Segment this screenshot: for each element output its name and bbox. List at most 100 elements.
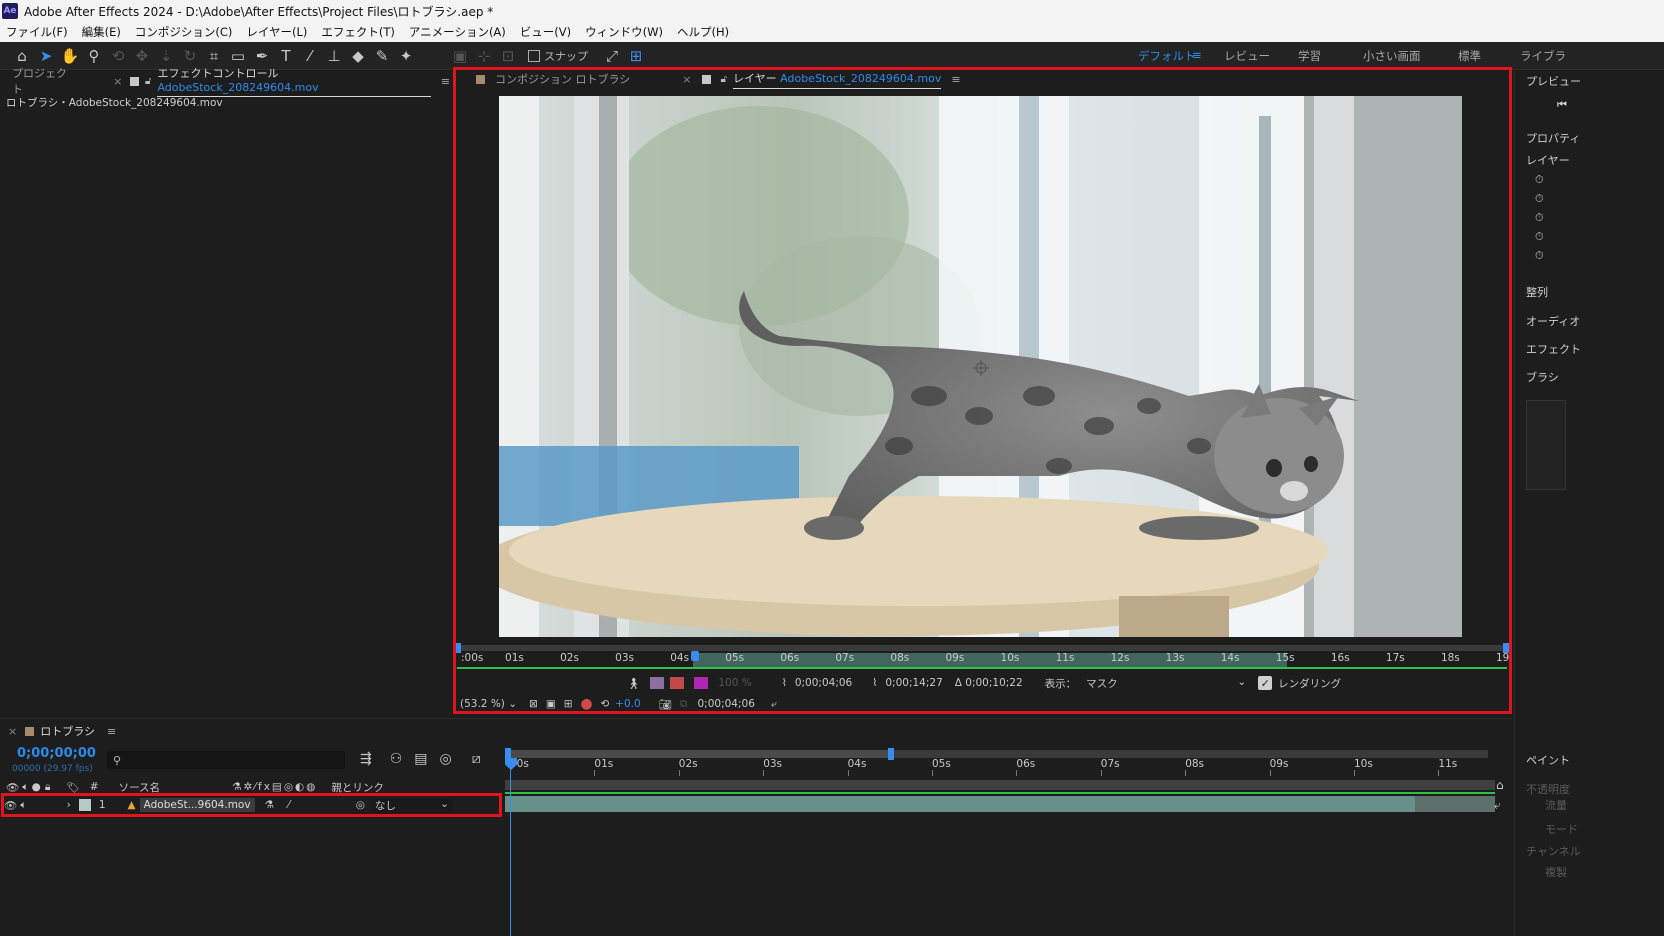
timeline-graph-area[interactable]: 00s 01s 02s 03s 04s 05s 06s 07s 08s 09s 10s 11s xyxy=(505,746,1495,936)
menu-animation[interactable]: アニメーション(A) xyxy=(409,24,506,40)
rectangle-tool-icon[interactable]: ▭ xyxy=(226,45,250,67)
audio-icon: 🔈︎ xyxy=(22,780,29,793)
layer-row-highlight xyxy=(1,793,502,817)
menu-view[interactable]: ビュー(V) xyxy=(520,24,571,40)
stopwatch-icons[interactable]: ⏱︎ ⏱︎ ⏱︎ ⏱︎ ⏱︎ xyxy=(1535,170,1544,265)
workspace-default[interactable]: デフォルト xyxy=(1138,48,1196,64)
snap-grid-icon[interactable]: ⊞ xyxy=(624,45,648,67)
timeline-switches: ⇶ ⚇ ▤ ◎ ⧄ xyxy=(360,751,481,767)
type-tool-icon[interactable]: T xyxy=(274,45,298,67)
snap-checkbox[interactable] xyxy=(528,49,540,62)
timeline-tick-label: 03s xyxy=(763,758,783,770)
panel-color-icon xyxy=(130,76,139,86)
clone-stamp-icon[interactable]: ⊥ xyxy=(322,45,346,67)
snap-toggle[interactable]: スナップ xyxy=(528,48,588,64)
graph-editor-icon[interactable]: ⧄ xyxy=(472,751,481,767)
workspace-menu-icon[interactable]: ≡ xyxy=(1192,48,1202,62)
panel-menu-icon[interactable]: ≡ xyxy=(441,75,450,88)
hand-tool-icon[interactable]: ✋ xyxy=(58,45,82,67)
brush-preset-grid[interactable] xyxy=(1526,400,1566,490)
eraser-tool-icon[interactable]: ◆ xyxy=(346,45,370,67)
timeline-tick-line xyxy=(1438,770,1440,776)
menu-edit[interactable]: 編集(E) xyxy=(82,24,121,40)
menu-window[interactable]: ウィンドウ(W) xyxy=(585,24,663,40)
comp-mini-flowchart-icon[interactable]: ⇶ xyxy=(360,751,372,767)
pan-camera-icon[interactable]: ✥ xyxy=(130,45,154,67)
workspace-small-screen[interactable]: 小さい画面 xyxy=(1363,48,1421,64)
effects-panel-title[interactable]: エフェクト xyxy=(1526,341,1581,357)
preview-panel-title[interactable]: プレビュー xyxy=(1526,73,1581,89)
tab-project[interactable]: プロジェクト xyxy=(12,65,75,97)
roto-brush-icon[interactable]: ✎ xyxy=(370,45,394,67)
layer-properties-label: レイヤー xyxy=(1526,154,1570,167)
align-panel-title[interactable]: 整列 xyxy=(1526,284,1548,300)
duplicate-label: 複製 xyxy=(1545,866,1567,879)
label-icon: 🏷︎ xyxy=(66,781,80,794)
frame-blend-icon[interactable]: ▤ xyxy=(414,751,427,767)
lock-icon: 🔒︎ xyxy=(44,780,51,793)
layer-duration-bar[interactable] xyxy=(505,796,1415,812)
selection-tool-icon[interactable]: ➤ xyxy=(34,45,58,67)
brush-tool-icon[interactable]: ⁄ xyxy=(298,45,322,67)
pen-tool-icon[interactable]: ✒ xyxy=(250,45,274,67)
timeline-tick-label: 08s xyxy=(1185,758,1205,770)
timeline-tick-line xyxy=(678,770,680,776)
col-number: # xyxy=(89,781,99,793)
rotate-tool-icon[interactable]: ↻ xyxy=(178,45,202,67)
anchor-tool-icon[interactable]: ⌗ xyxy=(202,45,226,67)
timeline-tick-label: 01s xyxy=(594,758,614,770)
menu-help[interactable]: ヘルプ(H) xyxy=(677,24,729,40)
title-bar: Ae Adobe After Effects 2024 - D:\Adobe\A… xyxy=(0,0,1664,22)
timeline-tick-line xyxy=(594,770,596,776)
timeline-tick-label: 05s xyxy=(932,758,951,770)
timeline-tick-line xyxy=(1185,770,1187,776)
workspace-review[interactable]: レビュー xyxy=(1224,48,1270,64)
workspace-standard[interactable]: 標準 xyxy=(1458,48,1481,64)
motion-blur-icon[interactable]: ◎ xyxy=(440,751,452,767)
orbit-camera-icon[interactable]: ⟲ xyxy=(106,45,130,67)
comp-color-icon xyxy=(25,726,35,736)
timeline-current-time[interactable]: 0;00;00;00 xyxy=(17,746,96,761)
timeline-tick-line xyxy=(763,770,765,776)
work-area-bar[interactable] xyxy=(505,780,1495,790)
properties-panel-title[interactable]: プロパティ xyxy=(1526,130,1580,146)
home-icon[interactable]: ⌂ xyxy=(10,45,34,67)
view-axis-icon[interactable]: ⊡ xyxy=(496,45,520,67)
first-frame-icon[interactable]: ⏮ xyxy=(1557,98,1567,112)
close-icon[interactable]: × xyxy=(8,725,17,738)
timeline-search-input[interactable]: ⚲ xyxy=(107,751,345,769)
timeline-tick-line xyxy=(1016,770,1018,776)
menu-file[interactable]: ファイル(F) xyxy=(6,24,68,40)
timeline-tick-label: 09s xyxy=(1269,758,1289,770)
audio-panel-title[interactable]: オーディオ xyxy=(1526,313,1580,329)
comp-marker-icon[interactable]: ⌂ xyxy=(1496,778,1504,792)
menu-effect[interactable]: エフェクト(T) xyxy=(321,24,395,40)
puppet-pin-icon[interactable]: ✦ xyxy=(394,45,418,67)
workspace-learn[interactable]: 学習 xyxy=(1298,48,1321,64)
brush-panel-title[interactable]: ブラシ xyxy=(1526,369,1559,385)
timeline-comp-name[interactable]: ロトブラシ xyxy=(40,723,95,739)
menu-composition[interactable]: コンポジション(C) xyxy=(135,24,233,40)
local-axis-icon[interactable]: ▣ xyxy=(448,45,472,67)
close-icon[interactable]: × xyxy=(113,75,122,88)
lock-icon[interactable]: 🔓︎ xyxy=(145,76,151,87)
menu-layer[interactable]: レイヤー(L) xyxy=(246,24,307,40)
shy-icon[interactable]: ⚇ xyxy=(390,751,403,767)
mode-label: モード xyxy=(1545,823,1578,836)
tab-effect-controls[interactable]: エフェクトコントロール AdobeStock_208249604.mov xyxy=(157,65,431,97)
workspace-libraries[interactable]: ライブラ xyxy=(1520,48,1566,64)
snap-options-icon[interactable]: ⤢ xyxy=(600,45,624,67)
dolly-camera-icon[interactable]: ⇣ xyxy=(154,45,178,67)
search-icon: ⚲ xyxy=(113,753,122,767)
viewer-highlight xyxy=(453,67,1512,714)
timeline-tick-line xyxy=(847,770,849,776)
timeline-playhead[interactable] xyxy=(510,756,511,936)
paint-panel-title[interactable]: ペイント xyxy=(1526,752,1570,768)
time-navigator-range[interactable] xyxy=(505,750,891,758)
zoom-tool-icon[interactable]: ⚲ xyxy=(82,45,106,67)
panel-menu-icon[interactable]: ≡ xyxy=(107,725,116,738)
timeline-tab: × ロトブラシ ≡ xyxy=(8,720,116,742)
navigator-end-handle[interactable] xyxy=(888,748,894,760)
comp-button-icon[interactable]: ⤶ xyxy=(1494,798,1501,813)
world-axis-icon[interactable]: ⊹ xyxy=(472,45,496,67)
